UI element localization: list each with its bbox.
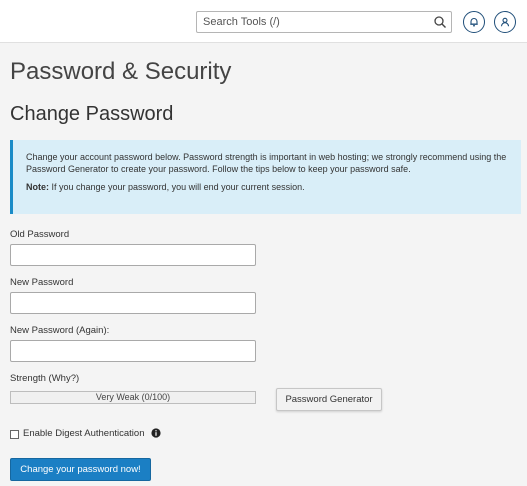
notifications-button[interactable] <box>463 11 485 33</box>
new-password-input[interactable] <box>10 292 256 314</box>
digest-auth-checkbox[interactable] <box>10 430 19 439</box>
callout-text: Change your account password below. Pass… <box>26 152 507 174</box>
note-text: If you change your password, you will en… <box>49 182 305 192</box>
digest-auth-label: Enable Digest Authentication <box>23 428 145 439</box>
new-password-again-input[interactable] <box>10 340 256 362</box>
new-password-label: New Password <box>10 277 74 288</box>
strength-value-text: Very Weak (0/100) <box>95 392 171 402</box>
search-icon[interactable] <box>433 15 447 29</box>
strength-label[interactable]: Strength (Why?) <box>10 373 79 384</box>
note-label: Note: <box>26 182 49 192</box>
user-menu-button[interactable] <box>494 11 516 33</box>
old-password-label: Old Password <box>10 229 70 240</box>
top-bar: Search Tools (/) <box>0 0 527 43</box>
info-callout: Change your account password below. Pass… <box>10 140 521 214</box>
info-icon[interactable] <box>151 428 161 438</box>
new-password-again-label: New Password (Again): <box>10 325 110 336</box>
callout-note: Note: If you change your password, you w… <box>26 181 511 193</box>
search-tools-input[interactable]: Search Tools (/) <box>196 11 452 33</box>
change-password-button[interactable]: Change your password now! <box>10 458 151 481</box>
bell-icon <box>470 18 478 27</box>
password-generator-button[interactable]: Password Generator <box>276 388 382 411</box>
page-title: Password & Security <box>10 58 232 85</box>
search-placeholder: Search Tools (/) <box>203 16 280 28</box>
strength-meter: Very Weak (0/100) <box>10 391 256 404</box>
old-password-input[interactable] <box>10 244 256 266</box>
section-title: Change Password <box>10 103 174 125</box>
user-icon <box>500 17 510 27</box>
